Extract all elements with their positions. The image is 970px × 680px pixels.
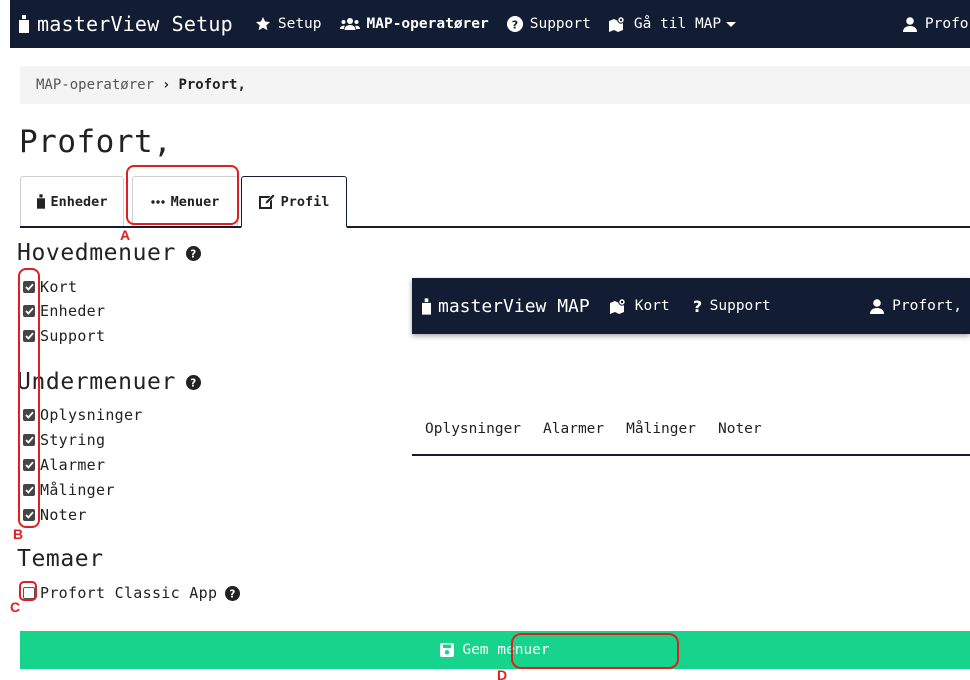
annotation-label-b: B	[13, 526, 24, 542]
user-name: Profort	[924, 16, 970, 32]
svg-text:?: ?	[190, 377, 197, 389]
annotation-box-c	[19, 581, 37, 601]
svg-text:?: ?	[230, 588, 236, 600]
tab-enheder[interactable]: Enheder	[20, 176, 124, 226]
page-title: Profort,	[19, 124, 173, 160]
svg-text:?: ?	[693, 298, 702, 314]
nav-item-label: Gå til MAP	[633, 16, 722, 32]
breadcrumb-current: Profort,	[178, 77, 246, 93]
nav-item-label: Setup	[277, 16, 322, 32]
checkbox-row-oplysninger[interactable]: Oplysninger	[23, 406, 143, 424]
annotation-label-d: D	[497, 667, 508, 680]
preview-tab-bar: Oplysninger Alarmer Målinger Noter	[412, 404, 970, 456]
star-icon	[255, 17, 270, 31]
annotation-box-a	[126, 165, 239, 225]
navbar-brand[interactable]: masterView Setup	[19, 12, 233, 36]
preview-nav-support: ? Support	[692, 298, 771, 314]
checkbox-label: Profort Classic App	[40, 584, 218, 602]
question-circle-icon[interactable]: ?	[225, 585, 241, 601]
top-navbar: masterView Setup Setup MAP-operatører ? …	[10, 0, 970, 48]
checkbox-label: Noter	[40, 506, 87, 524]
preview-tab: Noter	[717, 421, 762, 437]
preview-nav-label: Kort	[634, 298, 670, 314]
question-icon: ?	[693, 298, 702, 314]
question-circle-icon[interactable]: ?	[185, 374, 201, 390]
annotation-box-d	[511, 633, 679, 669]
annotation-label-c: C	[10, 599, 21, 615]
preview-user-name: Profort,	[892, 298, 962, 314]
user-icon	[902, 16, 917, 32]
device-icon	[19, 15, 29, 33]
preview-tab: Målinger	[626, 421, 696, 437]
svg-text:?: ?	[190, 248, 197, 260]
checkbox-label: Support	[40, 327, 106, 345]
users-icon	[339, 18, 360, 30]
preview-brand-label: masterView MAP	[438, 295, 590, 317]
preview-tab: Oplysninger	[425, 421, 522, 437]
tab-label: Profil	[280, 193, 330, 210]
question-circle-icon: ?	[506, 16, 523, 32]
checkbox-label: Styring	[40, 431, 106, 449]
heading-hovedmenuer: Hovedmenuer ?	[17, 240, 201, 266]
heading-label: Undermenuer	[17, 369, 176, 395]
preview-tab: Alarmer	[543, 421, 605, 437]
heading-temaer: Temaer	[17, 546, 104, 572]
checkbox-label: Oplysninger	[40, 406, 143, 424]
nav-item-map-operators[interactable]: MAP-operatører	[339, 16, 489, 32]
preview-navbar: masterView MAP Kort ? Support Profort,	[412, 278, 970, 334]
chevron-down-icon	[726, 22, 737, 27]
user-menu[interactable]: Profort	[902, 16, 970, 32]
map-icon	[608, 16, 625, 32]
checkbox-label: Enheder	[40, 302, 106, 320]
question-circle-icon[interactable]: ?	[185, 245, 201, 261]
heading-undermenuer: Undermenuer ?	[17, 369, 201, 395]
menu-preview: masterView MAP Kort ? Support Profort, O…	[412, 278, 970, 458]
breadcrumb-link[interactable]: MAP-operatører	[36, 77, 154, 93]
nav-item-goto-map[interactable]: Gå til MAP	[608, 16, 737, 32]
nav-item-setup[interactable]: Setup	[255, 16, 322, 32]
breadcrumb: MAP-operatører › Profort,	[20, 66, 970, 104]
map-icon	[609, 298, 626, 314]
checkbox-label: Målinger	[40, 481, 115, 499]
preview-nav-kort: Kort	[609, 298, 670, 314]
save-menus-button[interactable]: Gem menuer	[20, 631, 970, 669]
heading-label: Temaer	[17, 546, 104, 572]
tab-label: Enheder	[50, 193, 108, 210]
preview-brand: masterView MAP	[422, 296, 590, 317]
breadcrumb-separator-icon: ›	[162, 77, 171, 93]
annotation-label-a: A	[120, 227, 131, 243]
floppy-disk-icon	[440, 643, 455, 657]
svg-text:?: ?	[512, 18, 518, 31]
heading-label: Hovedmenuer	[17, 240, 176, 266]
annotation-box-b	[18, 268, 40, 528]
checkbox-row-profort-classic[interactable]: Profort Classic App ?	[23, 584, 241, 602]
device-icon	[422, 297, 431, 315]
edit-icon	[258, 194, 275, 209]
preview-user: Profort,	[870, 298, 962, 314]
checkbox-label: Alarmer	[40, 456, 106, 474]
nav-item-support[interactable]: ? Support	[506, 16, 591, 32]
user-icon	[870, 298, 885, 314]
nav-item-label: MAP-operatører	[366, 16, 489, 32]
brand-label: masterView Setup	[37, 12, 233, 36]
tab-profil[interactable]: Profil	[241, 176, 347, 228]
checkbox-label: Kort	[40, 278, 78, 296]
preview-nav-label: Support	[709, 298, 771, 314]
device-icon	[36, 194, 45, 209]
nav-item-label: Support	[529, 16, 591, 32]
